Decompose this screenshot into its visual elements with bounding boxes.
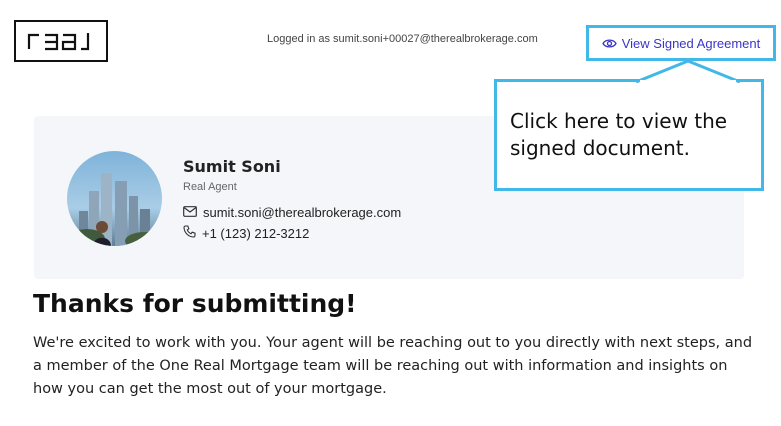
view-signed-agreement-label: View Signed Agreement [621, 35, 761, 51]
agent-role: Real Agent [183, 181, 237, 193]
confirmation-title: Thanks for submitting! [33, 289, 357, 318]
avatar [67, 151, 162, 246]
page: Logged in as sumit.soni+00027@therealbro… [0, 0, 781, 426]
logged-in-status: Logged in as sumit.soni+00027@therealbro… [267, 33, 538, 45]
callout-pointer [636, 59, 741, 83]
agent-name: Sumit Soni [183, 157, 281, 176]
tooltip-callout: Click here to view the signed document. [494, 79, 764, 191]
view-signed-agreement-button[interactable]: View Signed Agreement [586, 25, 776, 61]
eye-icon [601, 38, 617, 49]
mail-icon [183, 205, 197, 220]
agent-phone[interactable]: +1 (123) 212-3212 [202, 226, 309, 241]
real-logo-mark [27, 33, 90, 51]
agent-phone-row[interactable]: +1 (123) 212-3212 [183, 225, 309, 241]
real-logo[interactable] [14, 20, 108, 62]
agent-email[interactable]: sumit.soni@therealbrokerage.com [203, 205, 401, 220]
phone-icon [183, 225, 196, 241]
confirmation-message: We're excited to work with you. Your age… [33, 335, 753, 397]
agent-email-row[interactable]: sumit.soni@therealbrokerage.com [183, 205, 401, 220]
